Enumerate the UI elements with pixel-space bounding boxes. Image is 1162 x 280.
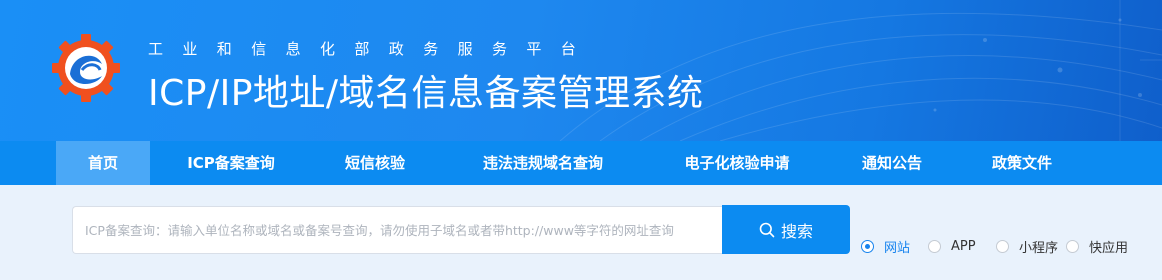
- search-type-label: 快应用: [1089, 240, 1129, 256]
- search-type-quick-app[interactable]: 快应用: [1066, 237, 1129, 256]
- search-type-label: APP: [951, 238, 976, 254]
- nav-item-notices[interactable]: 通知公告: [826, 141, 958, 185]
- nav-item-sms-verify[interactable]: 短信核验: [312, 141, 438, 185]
- search-input[interactable]: [72, 206, 722, 254]
- search-button[interactable]: 搜索: [722, 205, 850, 254]
- search-button-label: 搜索: [780, 221, 813, 241]
- radio-checked-icon: [861, 239, 874, 253]
- search-type-label: 网站: [884, 240, 911, 256]
- nav-item-home[interactable]: 首页: [56, 141, 150, 185]
- miit-logo-icon: [52, 34, 120, 102]
- main-nav: 首页 ICP备案查询 短信核验 违法违规域名查询 电子化核验申请 通知公告 政策…: [0, 141, 1162, 185]
- radio-unchecked-icon: [996, 239, 1009, 253]
- search-type-website[interactable]: 网站: [861, 237, 911, 256]
- search-type-label: 小程序: [1019, 240, 1059, 256]
- search-type-mini-program[interactable]: 小程序: [996, 237, 1059, 256]
- nav-item-e-verify-apply[interactable]: 电子化核验申请: [648, 141, 826, 185]
- header-banner: 工业和信息化部政务服务平台 ICP/IP地址/域名信息备案管理系统: [0, 0, 1162, 141]
- nav-item-policy-docs[interactable]: 政策文件: [958, 141, 1086, 185]
- radio-unchecked-icon: [928, 239, 941, 253]
- nav-item-illegal-domain-query[interactable]: 违法违规域名查询: [438, 141, 648, 185]
- system-title: ICP/IP地址/域名信息备案管理系统: [148, 73, 704, 114]
- search-icon: [759, 222, 775, 237]
- search-type-app[interactable]: APP: [928, 237, 976, 255]
- radio-unchecked-icon: [1066, 239, 1079, 253]
- platform-name: 工业和信息化部政务服务平台: [148, 40, 596, 58]
- nav-item-icp-query[interactable]: ICP备案查询: [150, 141, 312, 185]
